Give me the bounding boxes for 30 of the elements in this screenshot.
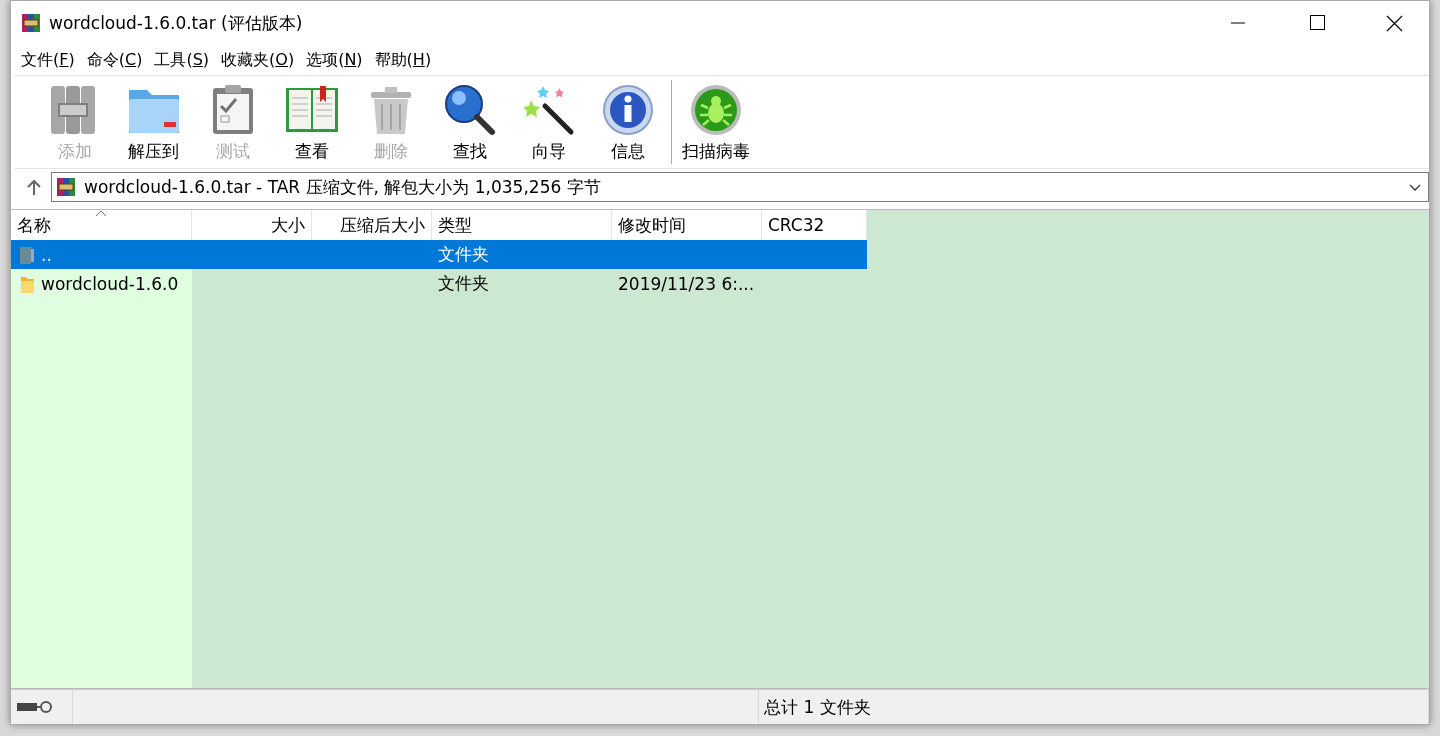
status-text: 总计 1 文件夹: [764, 695, 871, 719]
toolbar-button[interactable]: 向导: [509, 76, 588, 168]
menu-item[interactable]: 文件(F): [15, 47, 81, 73]
modified-time: 2019/11/23 6:...: [618, 273, 755, 294]
toolbar-button[interactable]: 解压到: [114, 76, 193, 168]
menu-item[interactable]: 帮助(H): [368, 47, 438, 73]
window-title: wordcloud-1.6.0.tar (评估版本): [49, 11, 304, 35]
menu-item[interactable]: 命令(C): [80, 47, 149, 73]
menu-item[interactable]: 工具(S): [148, 47, 216, 73]
toolbar-button[interactable]: 查看: [272, 76, 351, 168]
maximize-icon: [1307, 14, 1325, 32]
arrow-up-icon: [25, 178, 43, 196]
toolbar-button[interactable]: 信息: [588, 76, 667, 168]
menu-item[interactable]: 选项(N): [300, 47, 369, 73]
file-type: 文件夹: [438, 243, 489, 266]
archive-icon: [56, 177, 76, 197]
file-row[interactable]: wordcloud-1.6.0 文件夹 2019/11/23 6:...: [11, 269, 867, 298]
path-field[interactable]: wordcloud-1.6.0.tar - TAR 压缩文件, 解包大小为 1,035,256 字节: [51, 172, 1429, 202]
menu-item[interactable]: 收藏夹(O): [215, 47, 301, 73]
close-icon: [1385, 14, 1403, 32]
toolbar-button[interactable]: 查找: [430, 76, 509, 168]
file-row[interactable]: .. 文件夹: [11, 240, 867, 269]
up-button[interactable]: [25, 178, 43, 196]
archive-icon: [21, 13, 41, 33]
minimize-icon: [1231, 22, 1245, 24]
toolbar-button[interactable]: 扫描病毒: [676, 76, 755, 168]
file-type: 文件夹: [438, 272, 489, 295]
drive-key-icon: [16, 700, 52, 714]
file-name: wordcloud-1.6.0: [41, 273, 179, 294]
file-name: ..: [41, 244, 52, 265]
